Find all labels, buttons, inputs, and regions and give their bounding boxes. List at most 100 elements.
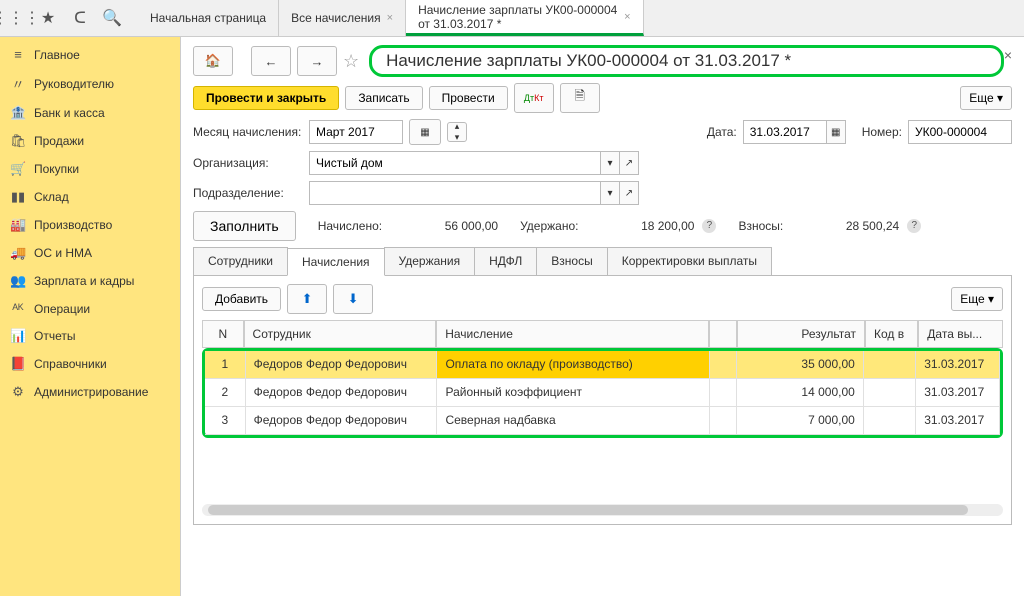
col-emp[interactable]: Сотрудник [244,320,437,348]
sidebar-icon: ▮▮ [10,189,26,205]
table-row[interactable]: 3Федоров Федор ФедоровичСеверная надбавк… [205,407,1000,435]
post-close-button[interactable]: Провести и закрыть [193,86,339,110]
org-open-icon[interactable]: ↗ [620,151,639,175]
subtab[interactable]: Начисления [287,248,385,276]
apps-icon[interactable]: ⋮⋮⋮ [0,2,32,34]
subd-dropdown-icon[interactable]: ▾ [601,181,620,205]
org-dropdown-icon[interactable]: ▾ [601,151,620,175]
sidebar-label: Справочники [34,357,107,371]
sidebar-item[interactable]: 🛒Покупки [0,155,180,183]
table-row[interactable]: 2Федоров Федор ФедоровичРайонный коэффиц… [205,379,1000,407]
table-area: Добавить ⬆ ⬇ Еще N Сотрудник Начисление … [193,276,1012,525]
sidebar-item[interactable]: 〃Руководителю [0,68,180,99]
accrued-label: Начислено: [318,219,382,233]
help-icon-1[interactable]: ? [702,219,716,233]
subtab[interactable]: Корректировки выплаты [607,247,772,275]
col-code[interactable]: Код в [865,320,918,348]
month-field[interactable] [309,120,403,144]
sidebar-item[interactable]: ᴬᴷОперации [0,295,180,322]
post-button[interactable]: Провести [429,86,508,110]
sidebar-label: Зарплата и кадры [34,274,134,288]
sidebar-item[interactable]: 🚚 ОС и НМА [0,239,180,267]
attach-icon[interactable]: 🗎 [560,83,600,113]
sidebar-label: Главное [34,48,80,62]
sidebar-icon: ⚙ [10,384,26,400]
tab-close-icon[interactable]: × [624,11,630,23]
number-field[interactable] [908,120,1012,144]
sidebar-icon: 📊 [10,328,26,344]
tab-close-icon[interactable]: × [387,12,393,24]
col-res[interactable]: Результат [737,320,865,348]
month-stepper[interactable]: ▴▾ [447,122,467,142]
sidebar-label: Покупки [34,162,79,176]
history-icon[interactable]: ᑕ [64,2,96,34]
sidebar-item[interactable]: ⚙ Администрирование [0,378,180,406]
date-field[interactable] [743,120,827,144]
tab[interactable]: Все начисления× [279,0,406,36]
sidebar-item[interactable]: 📊 Отчеты [0,322,180,350]
close-icon[interactable]: × [1004,47,1012,63]
home-button[interactable]: 🏠 [193,46,233,76]
table-body: 1Федоров Федор ФедоровичОплата по окладу… [202,348,1003,438]
org-field[interactable] [309,151,601,175]
sidebar-icon: 🏦 [10,105,26,121]
write-button[interactable]: Записать [345,86,422,110]
withheld-value: 18 200,00 [584,219,694,233]
sidebar-item[interactable]: ≡ Главное [0,41,180,68]
sidebar-item[interactable]: 🏦 Банк и касса [0,99,180,127]
sidebar-icon: 🚚 [10,245,26,261]
more-button-2[interactable]: Еще [951,287,1003,311]
sidebar-icon: 🛍 [10,133,26,149]
sidebar-label: Склад [34,190,69,204]
withheld-label: Удержано: [520,219,578,233]
add-button[interactable]: Добавить [202,287,281,311]
table-row[interactable]: 1Федоров Федор ФедоровичОплата по окладу… [205,351,1000,379]
sidebar-icon: ≡ [10,47,26,62]
sidebar-label: Отчеты [34,329,75,343]
tab[interactable]: Начисление зарплаты УК00-000004 от 31.03… [406,0,643,36]
col-n[interactable]: N [202,320,244,348]
tab[interactable]: Начальная страница [138,0,279,36]
date-picker-icon[interactable]: ▦ [827,120,846,144]
forward-button[interactable]: → [297,46,337,76]
accrued-value: 56 000,00 [388,219,498,233]
tab-strip: СотрудникиНачисленияУдержанияНДФЛВзносыК… [193,247,1012,276]
subd-open-icon[interactable]: ↗ [620,181,639,205]
subd-field[interactable] [309,181,601,205]
sidebar-item[interactable]: 🏭 Производство [0,211,180,239]
number-label: Номер: [862,125,902,139]
sidebar-label: ОС и НМА [34,246,92,260]
sidebar-item[interactable]: 🛍Продажи [0,127,180,155]
dt-kt-icon[interactable]: ДтКт [514,83,554,113]
sidebar-label: Банк и касса [34,106,105,120]
sidebar-item[interactable]: 📕 Справочники [0,350,180,378]
sidebar-icon: 〃 [10,74,26,93]
col-accr[interactable]: Начисление [436,320,709,348]
contrib-label: Взносы: [738,219,783,233]
content: × 🏠 ← → ☆ Начисление зарплаты УК00-00000… [181,37,1024,596]
subtab[interactable]: Удержания [384,247,476,275]
back-button[interactable]: ← [251,46,291,76]
move-down-icon[interactable]: ⬇ [333,284,373,314]
more-button-1[interactable]: Еще [960,86,1012,110]
sidebar-item[interactable]: ▮▮ Склад [0,183,180,211]
h-scrollbar[interactable] [202,504,1003,516]
help-icon-2[interactable]: ? [907,219,921,233]
subtab[interactable]: НДФЛ [474,247,537,275]
favorite-icon[interactable]: ☆ [343,51,359,72]
sidebar-label: Администрирование [34,385,148,399]
fill-button[interactable]: Заполнить [193,211,296,241]
subtab[interactable]: Взносы [536,247,607,275]
move-up-icon[interactable]: ⬆ [287,284,327,314]
subtab[interactable]: Сотрудники [193,247,288,275]
sidebar-icon: 🏭 [10,217,26,233]
sidebar: ≡ Главное 〃Руководителю 🏦 Банк и касса 🛍Прода… [0,37,181,596]
sidebar-label: Производство [34,218,112,232]
sidebar-icon: 📕 [10,356,26,372]
star-icon[interactable]: ★ [32,2,64,34]
calendar-icon[interactable]: ▦ [409,119,441,145]
date-label: Дата: [707,125,737,139]
col-date[interactable]: Дата вы... [918,320,1003,348]
search-icon[interactable]: 🔍 [96,2,128,34]
sidebar-item[interactable]: 👥Зарплата и кадры [0,267,180,295]
